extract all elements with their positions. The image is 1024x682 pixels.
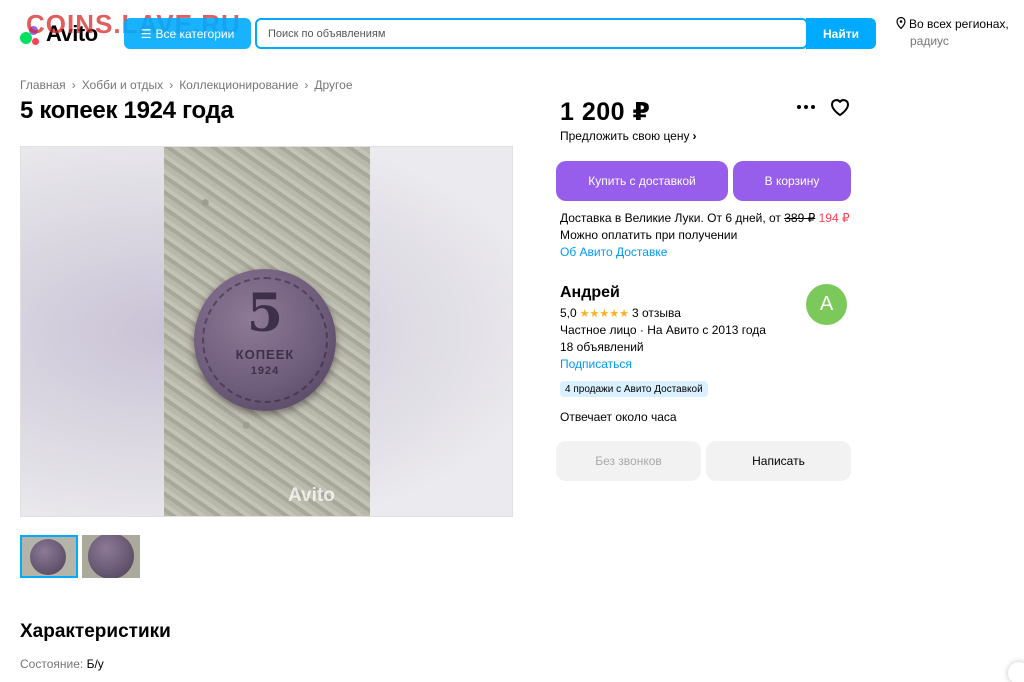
breadcrumb-collecting[interactable]: Коллекционирование [179, 78, 298, 92]
region-selector[interactable]: Во всех регионах, радиус [896, 16, 1016, 50]
coin-number: 5 [246, 283, 284, 344]
condition-row: Состояние: Б/у [20, 657, 104, 671]
page-title: 5 копеек 1924 года [20, 97, 234, 124]
delivery-old-price: 389 ₽ [784, 211, 816, 225]
subscribe-link[interactable]: Подписаться [560, 357, 632, 371]
location-pin-icon [896, 17, 906, 29]
coin-photo: 5 КОПЕЕК 1924 [164, 147, 370, 516]
main-photo[interactable]: 5 КОПЕЕК 1924 Avito [20, 146, 513, 517]
favorite-heart-icon[interactable] [829, 97, 851, 117]
characteristics-heading: Характеристики [20, 621, 171, 642]
coin-thumb-image [88, 535, 134, 578]
delivery-line: Доставка в Великие Луки. От 6 дней, от 3… [560, 210, 860, 227]
thumbnail-2[interactable] [82, 535, 140, 578]
more-options-icon[interactable] [797, 102, 817, 112]
reply-time: Отвечает около часа [560, 410, 677, 424]
delivery-sales-badge: 4 продажи с Авито Доставкой [560, 381, 708, 397]
write-message-button[interactable]: Написать [706, 441, 851, 481]
avatar[interactable]: А [806, 284, 847, 325]
thumbnail-1[interactable] [20, 535, 78, 578]
delivery-text: Доставка в Великие Луки. От 6 дней, от [560, 211, 781, 225]
search-input[interactable]: Поиск по объявлениям [255, 18, 808, 49]
coin-image: 5 КОПЕЕК 1924 [194, 269, 336, 411]
breadcrumb-other[interactable]: Другое [314, 78, 352, 92]
chevron-right-icon: › [304, 78, 309, 92]
rating-value: 5,0 [560, 306, 577, 320]
breadcrumb-hobby[interactable]: Хобби и отдых [82, 78, 164, 92]
star-rating-icon: ★★★★★ [579, 307, 629, 320]
search-button[interactable]: Найти [806, 18, 876, 49]
coin-word: КОПЕЕК [235, 347, 295, 362]
seller-name[interactable]: Андрей [560, 284, 620, 302]
condition-value: Б/у [86, 657, 104, 671]
seller-rating: 5,0 ★★★★★ 3 отзыва [560, 306, 681, 320]
search-placeholder: Поиск по объявлениям [268, 27, 386, 40]
add-to-cart-button[interactable]: В корзину [733, 161, 851, 201]
payment-on-receipt: Можно оплатить при получении [560, 228, 738, 242]
avito-delivery-link[interactable]: Об Авито Доставке [560, 244, 860, 261]
all-categories-button[interactable]: ☰ Все категории [124, 18, 251, 49]
condition-label: Состояние: [20, 657, 84, 671]
coin-year: 1924 [250, 365, 280, 377]
reviews-link[interactable]: 3 отзыва [632, 306, 681, 320]
breadcrumb: Главная › Хобби и отдых › Коллекциониров… [20, 78, 353, 92]
coin-thumb-image [30, 539, 66, 575]
buy-with-delivery-button[interactable]: Купить с доставкой [556, 161, 728, 201]
breadcrumb-home[interactable]: Главная [20, 78, 66, 92]
seller-type: Частное лицо · На Авито с 2013 года [560, 323, 766, 337]
price: 1 200 ₽ [560, 98, 651, 126]
seller-ads-count[interactable]: 18 объявлений [560, 340, 644, 354]
offer-price-label: Предложить свою цену [560, 129, 690, 143]
floating-corner-button[interactable] [1008, 662, 1024, 682]
categories-label: Все категории [155, 26, 235, 41]
photo-watermark: Avito [288, 485, 335, 506]
region-radius: радиус [910, 34, 949, 48]
delivery-new-price: 194 ₽ [818, 211, 850, 225]
chevron-right-icon: › [169, 78, 174, 92]
categories-menu-icon: ☰ [140, 26, 152, 41]
thumbnail-strip [20, 535, 140, 578]
offer-price-link[interactable]: Предложить свою цену › [560, 129, 697, 143]
no-calls-button: Без звонков [556, 441, 701, 481]
chevron-right-icon: › [71, 78, 76, 92]
region-label: Во всех регионах, [909, 17, 1009, 31]
delivery-info: Доставка в Великие Луки. От 6 дней, от 3… [560, 210, 860, 261]
chevron-right-icon: › [692, 129, 697, 143]
